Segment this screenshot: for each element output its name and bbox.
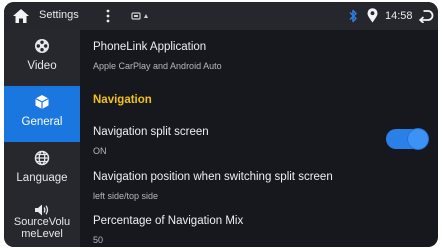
sidebar-item-label: SourceVolu meLevel (13, 216, 71, 240)
settings-content: PhoneLink Application Apple CarPlay and … (80, 30, 438, 247)
split-screen-toggle[interactable] (386, 129, 428, 149)
app-title: Settings (39, 9, 79, 21)
setting-title: Navigation position when switching split… (93, 171, 333, 183)
sidebar-item-source-volume-level[interactable]: SourceVolu meLevel (4, 198, 80, 247)
back-arrow-icon[interactable] (418, 9, 434, 23)
location-pin-icon (367, 8, 378, 23)
more-menu-icon[interactable] (105, 8, 111, 24)
film-reel-icon (35, 39, 49, 53)
setting-phonelink-application[interactable]: PhoneLink Application Apple CarPlay and … (93, 41, 423, 71)
home-icon[interactable] (12, 8, 30, 24)
setting-subtitle: Apple CarPlay and Android Auto (93, 61, 222, 71)
bluetooth-icon (349, 9, 357, 23)
setting-title: Percentage of Navigation Mix (93, 215, 244, 227)
setting-value: left side/top side (93, 191, 159, 201)
notification-indicators-icon (131, 12, 148, 20)
setting-value: ON (93, 146, 107, 156)
section-heading-navigation: Navigation (93, 94, 152, 106)
cube-icon (35, 95, 49, 109)
sidebar-item-label: Video (27, 60, 57, 72)
setting-title: PhoneLink Application (93, 41, 207, 53)
toggle-knob (408, 129, 428, 149)
setting-navigation-split-position[interactable]: Navigation position when switching split… (93, 171, 423, 201)
setting-title: Navigation split screen (93, 126, 209, 138)
setting-navigation-split-screen[interactable]: Navigation split screen ON (93, 126, 423, 156)
settings-sidebar: Video General Language SourceVolu meLeve… (4, 30, 80, 247)
sidebar-item-video[interactable]: Video (4, 30, 80, 86)
setting-navigation-mix-percentage[interactable]: Percentage of Navigation Mix 50 (93, 215, 423, 245)
sidebar-item-language[interactable]: Language (4, 142, 80, 198)
setting-value: 50 (93, 235, 104, 245)
clock: 14:58 (385, 10, 413, 22)
sidebar-item-label: Language (16, 172, 68, 184)
globe-icon (34, 150, 50, 166)
status-bar: Settings 14:58 (4, 2, 438, 30)
sidebar-item-label: General (21, 116, 63, 128)
settings-screen: Settings 14:58 Video General Language So… (4, 2, 438, 247)
sidebar-item-general[interactable]: General (4, 86, 80, 142)
